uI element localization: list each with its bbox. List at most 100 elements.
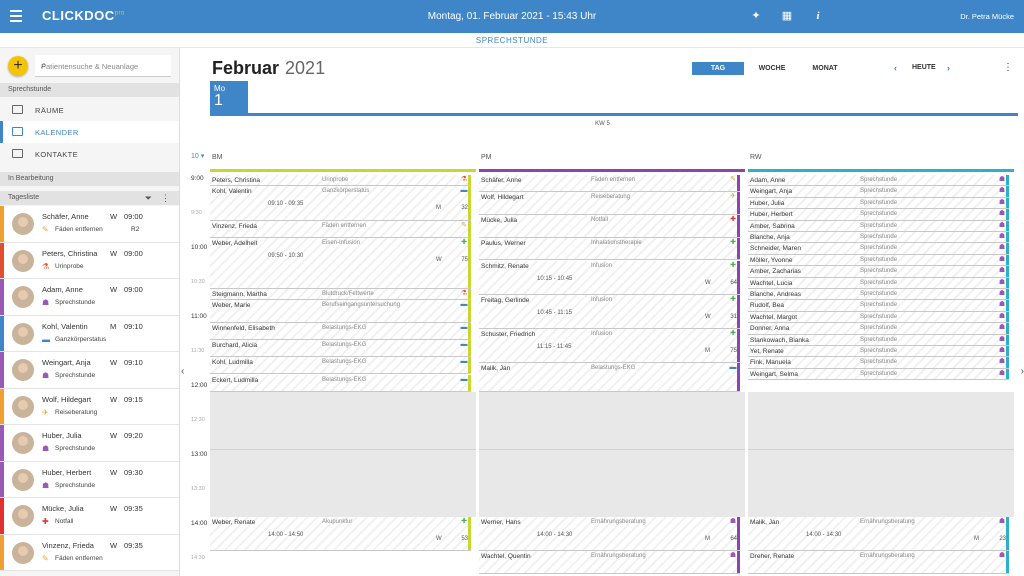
appointment[interactable]: Blanche, Andreas Sprechstunde ☗ <box>748 289 1009 301</box>
time-label: 11:00 <box>191 313 207 320</box>
appointment[interactable]: Wolf, Hildegart Reiseberatung ✈ <box>479 192 740 215</box>
appointment[interactable]: Weingart, Selma Sprechstunde ☗ <box>748 368 1009 381</box>
appointment[interactable]: Stankowach, Bianka Sprechstunde ☗ <box>748 334 1009 346</box>
hour-line <box>479 448 745 450</box>
appointment[interactable]: Paulus, Werner Inhalationstherapie ✚ <box>479 237 740 261</box>
magic-wand-icon[interactable]: ✦ <box>749 9 763 23</box>
appointment[interactable]: Malik, Jan Belastungs-EKG ▬ <box>479 363 740 392</box>
sidebar-item-kalender[interactable]: KALENDER <box>0 121 179 143</box>
appointment-patient: Dreher, Renate <box>750 553 795 561</box>
user-name[interactable]: Dr. Petra Mücke <box>960 12 1014 21</box>
calendar-column[interactable]: Peters, Christina Urinprobe ⚗ Kohl, Valenti… <box>210 175 476 576</box>
appointment[interactable]: Möller, Yvonne Sprechstunde ☗ <box>748 254 1009 267</box>
appointment[interactable]: Huber, Julia Sprechstunde ☗ <box>748 197 1009 210</box>
patient-list-item[interactable]: Weingart, Anja ☗ Sprechstunde W 09:10 <box>0 352 179 389</box>
appointment[interactable]: Weber, Renate Akupunktur ✚ 14:00 - 14:50 W 53 <box>210 517 471 552</box>
sidebar-item-raeume[interactable]: RÄUME <box>0 99 179 121</box>
patient-name: Peters, Christina <box>42 248 98 258</box>
search-input[interactable]: Patientensuche & Neuanlage ⌕ <box>35 55 171 77</box>
appointment-type-icon: ⚗ <box>460 176 468 183</box>
appointment[interactable]: Malik, Jan Ernährungsberatung ☗ 14:00 - 14:… <box>748 517 1009 552</box>
patient-list-item[interactable]: Kohl, Valentin ▬ Ganzkörperstatus M 09:10 <box>0 315 179 352</box>
appointment[interactable]: Huber, Herbert Sprechstunde ☗ <box>748 209 1009 221</box>
appointment-type-icon: ☗ <box>998 358 1006 366</box>
appointment[interactable]: Freitag, Gerlinde Infusion ✚ 10:45 - 11:15 W… <box>479 294 740 329</box>
patient-time: 09:15 <box>124 394 143 404</box>
info-icon[interactable]: i <box>811 9 825 23</box>
appointment-patient: Amber, Zacharias <box>750 268 801 276</box>
appointment[interactable]: Wachtel, Quentin Ernährungsberatung ☗ <box>479 551 740 574</box>
expand-right-icon[interactable]: › <box>1021 366 1024 377</box>
patient-list-item[interactable]: Wolf, Hildegart ✈ Reiseberatung W 09:15 <box>0 388 179 425</box>
calendar-column[interactable]: Schäfer, Anne Fäden entfernen ✎ Wolf, Hilde… <box>479 175 745 576</box>
appointment[interactable]: Yet, Renate Sprechstunde ☗ <box>748 346 1009 358</box>
appointment[interactable]: Werner, Hans Ernährungsberatung ☗ 14:00 - 1… <box>479 517 740 552</box>
patient-list-item[interactable]: Adam, Anne ☗ Sprechstunde W 09:00 <box>0 279 179 316</box>
patient-color-bar <box>0 206 4 242</box>
selected-day[interactable]: Mo 1 <box>210 81 248 115</box>
appointment[interactable]: Schmitz, Renate Infusion ✚ 10:15 - 10:45 W 64 <box>479 260 740 295</box>
more-icon[interactable]: ⋮ <box>1003 62 1013 73</box>
patient-time: 09:35 <box>124 540 143 550</box>
calendar-icon[interactable]: ▦ <box>780 9 794 23</box>
appointment[interactable]: Weber, Marie Berufseingangsuntersuchung ▬ <box>210 300 471 324</box>
appointment-patient: Amber, Sabrina <box>750 222 795 230</box>
appointment-type-icon: ✚ <box>461 518 467 525</box>
appointment-patient: Wachtel, Margot <box>750 313 798 321</box>
column-name: RW <box>750 154 762 161</box>
patient-list-item[interactable]: Peters, Christina ⚗ Urinprobe W 09:00 <box>0 242 179 279</box>
appointment[interactable]: Fink, Manuela Sprechstunde ☗ <box>748 357 1009 369</box>
column-header[interactable]: RW <box>748 148 1014 172</box>
zoom-select[interactable]: 10 ▾ <box>191 152 204 160</box>
patient-list-item[interactable]: Vinzenz, Frieda ✎ Fäden entfernen W 09:35 <box>0 534 179 571</box>
appointment[interactable]: Eckert, Ludmilla Belastungs-EKG ▬ <box>210 374 471 392</box>
view-week-button[interactable]: WOCHE <box>751 62 793 75</box>
appointment[interactable]: Wachtel, Lucia Sprechstunde ☗ <box>748 277 1009 289</box>
appointment[interactable]: Steigmann, Martha Blutdruck/Fettwerte ⚗ <box>210 289 471 301</box>
prev-arrow-icon[interactable]: ‹ <box>894 63 897 73</box>
appointment[interactable]: Blanche, Anja Sprechstunde ☗ <box>748 232 1009 244</box>
appointment[interactable]: Rudolf, Bea Sprechstunde ☗ <box>748 300 1009 312</box>
today-button[interactable]: HEUTE <box>912 64 936 71</box>
appointment[interactable]: Schneider, Maren Sprechstunde ☗ <box>748 243 1009 255</box>
collapse-left-icon[interactable]: ‹ <box>181 366 184 377</box>
appointment[interactable]: Schäfer, Anne Fäden entfernen ✎ <box>479 175 740 193</box>
next-arrow-icon[interactable]: › <box>947 63 950 73</box>
filter-icon[interactable]: ⏷ <box>145 193 152 204</box>
column-header[interactable]: BM <box>210 148 476 172</box>
add-button[interactable]: + <box>8 56 28 76</box>
column-header[interactable]: PM <box>479 148 745 172</box>
appointment[interactable]: Wachtel, Margot Sprechstunde ☗ <box>748 311 1009 324</box>
more-icon[interactable]: ⋮ <box>161 193 170 204</box>
appointment[interactable]: Weber, Adelheit Eisen-Infusion ✚ 09:50 - 10… <box>210 237 471 289</box>
appointment[interactable]: Donner, Anna Sprechstunde ☗ <box>748 323 1009 335</box>
view-day-button[interactable]: TAG <box>692 62 744 75</box>
appointment-patient: Wachtel, Lucia <box>750 279 793 287</box>
appointment-type-icon: ✚ <box>730 295 736 303</box>
appointment[interactable]: Kohl, Ludmilla Belastungs-EKG ▬ <box>210 357 471 375</box>
appointment[interactable]: Burchard, Alicia Belastungs-EKG ▬ <box>210 340 471 358</box>
appointment-patient: Adam, Anne <box>750 177 786 184</box>
view-month-button[interactable]: MONAT <box>801 62 849 75</box>
appointment-age: 23 <box>999 536 1006 542</box>
appointment[interactable]: Weingart, Anja Sprechstunde ☗ <box>748 186 1009 198</box>
patient-list-item[interactable]: Huber, Julia ☗ Sprechstunde W 09:20 <box>0 425 179 462</box>
appointment[interactable]: Amber, Zacharias Sprechstunde ☗ <box>748 266 1009 278</box>
appointment[interactable]: Winnenfeld, Elisabeth Belastungs-EKG ▬ <box>210 323 471 341</box>
appointment[interactable]: Adam, Anne Sprechstunde ☗ <box>748 175 1009 187</box>
search-icon[interactable]: ⌕ <box>41 60 165 71</box>
appointment[interactable]: Kohl, Valentin Ganzkörperstatus ▬ 09:10 - 0… <box>210 186 471 221</box>
appointment[interactable]: Schuster, Friedrich Infusion ✚ 11:15 - 11:4… <box>479 328 740 364</box>
appointment[interactable]: Mücke, Julia Notfall ✚ <box>479 214 740 238</box>
appointment-patient: Yet, Renate <box>750 348 784 355</box>
appointment[interactable]: Dreher, Renate Ernährungsberatung ☗ <box>748 551 1009 574</box>
sidebar-item-kontakte[interactable]: KONTAKTE <box>0 143 179 165</box>
patient-list-item[interactable]: Schäfer, Anne ✎ Fäden entfernen W 09:00 R2 <box>0 206 179 243</box>
patient-color-bar <box>0 498 4 534</box>
appointment[interactable]: Amber, Sabrina Sprechstunde ☗ <box>748 220 1009 232</box>
calendar-column[interactable]: Adam, Anne Sprechstunde ☗ Weingart, Anja Spr… <box>748 175 1014 576</box>
patient-list-item[interactable]: Huber, Herbert ☗ Sprechstunde W 09:30 <box>0 461 179 498</box>
appointment[interactable]: Vinzenz, Frieda Fäden entfernen ✎ <box>210 220 471 238</box>
patient-list-item[interactable]: Mücke, Julia ✚ Notfall W 09:35 <box>0 498 179 535</box>
appointment[interactable]: Peters, Christina Urinprobe ⚗ <box>210 175 471 187</box>
